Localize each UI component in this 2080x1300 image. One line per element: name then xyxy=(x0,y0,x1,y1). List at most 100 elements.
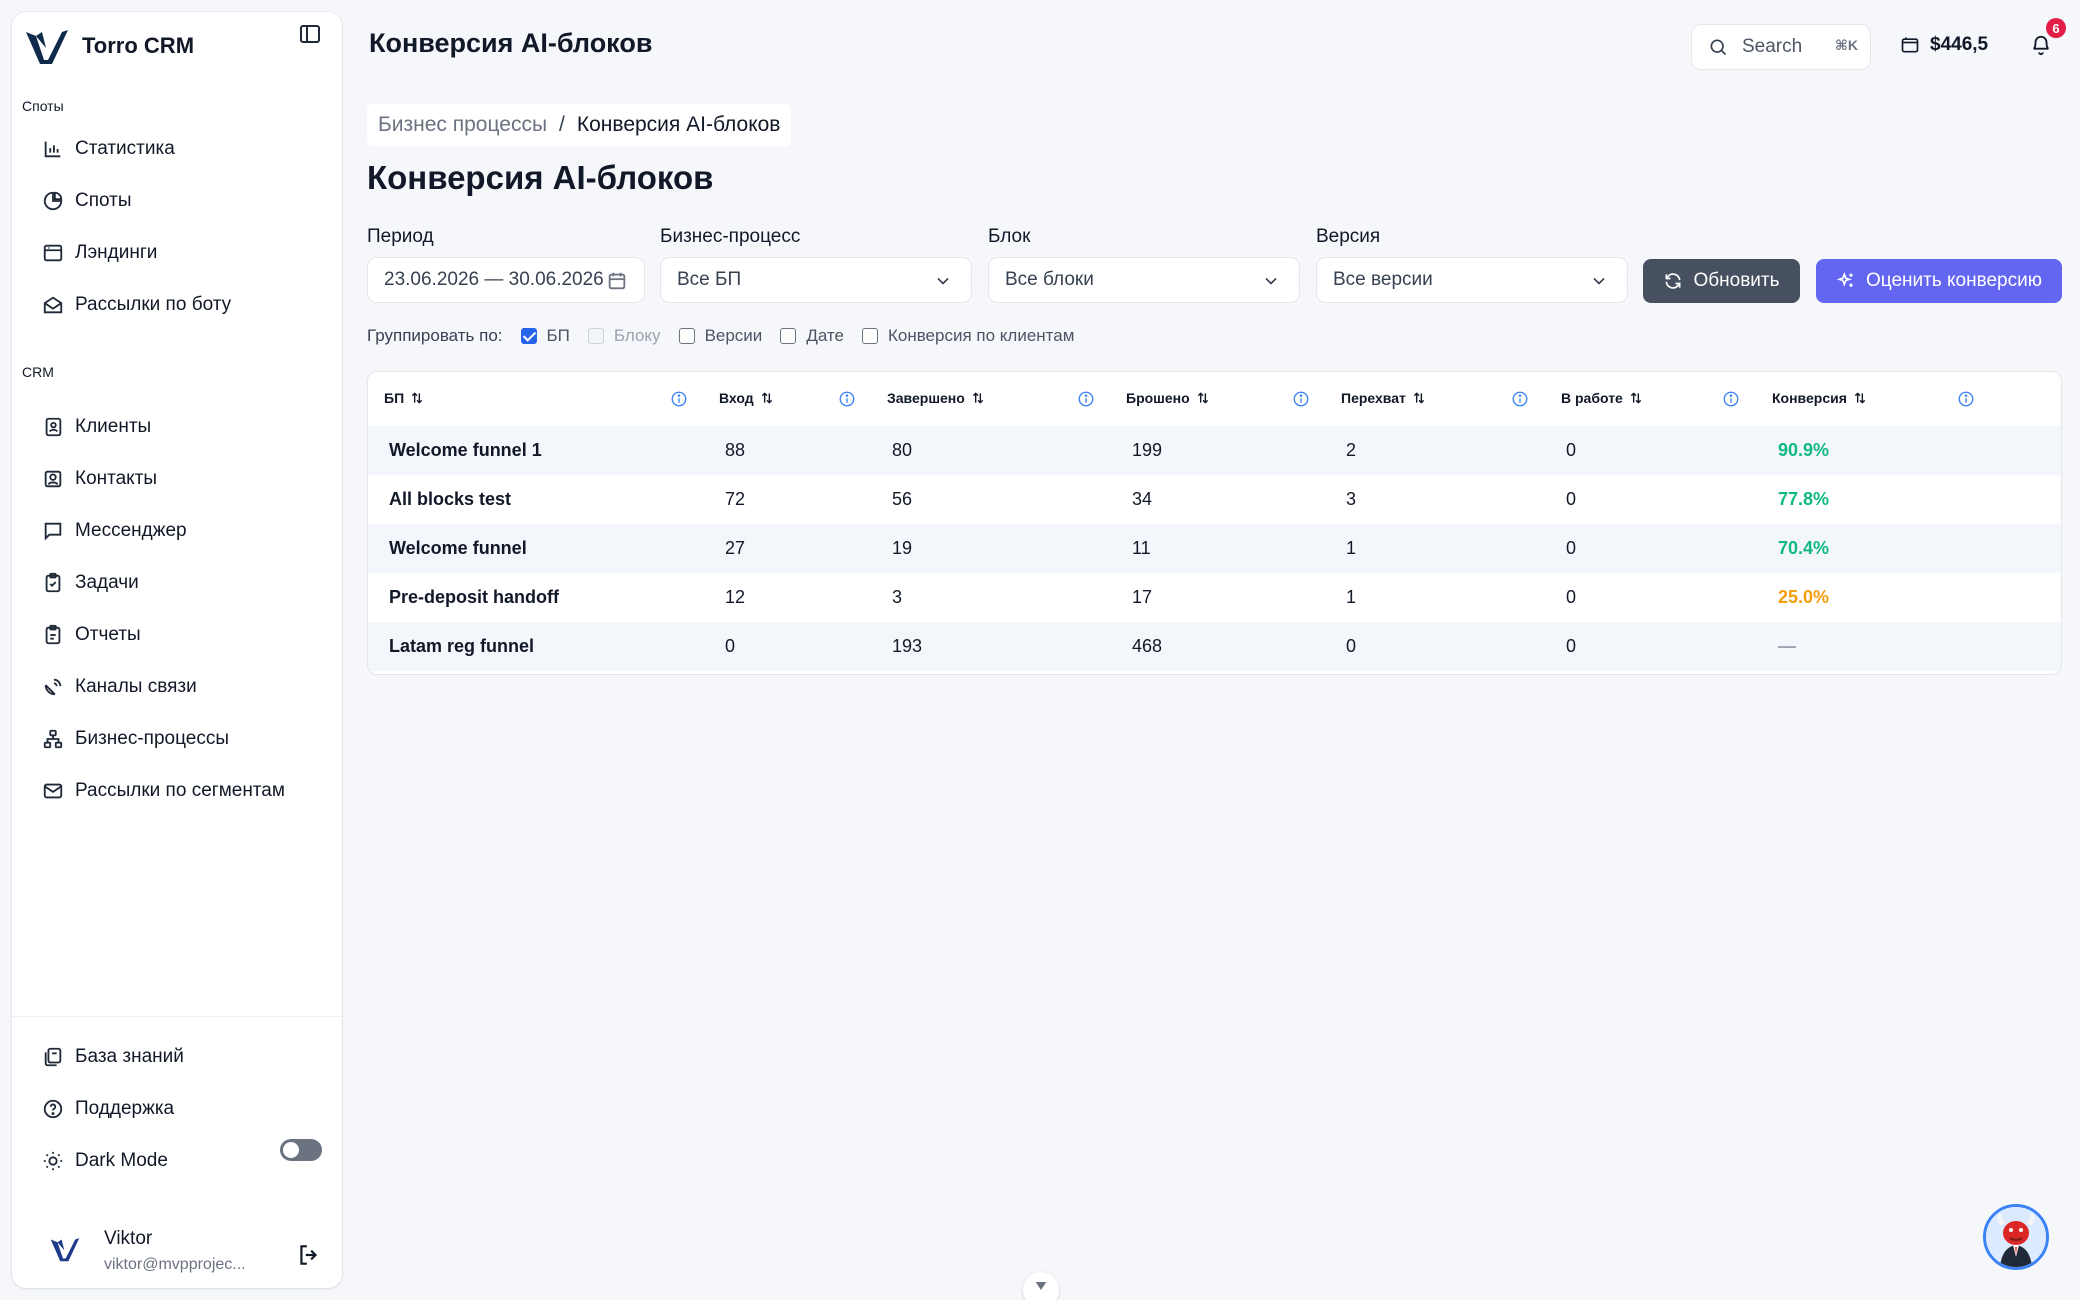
column-header-intercept[interactable]: Перехват xyxy=(1341,390,1426,406)
column-header-dropped[interactable]: Брошено xyxy=(1126,390,1210,406)
column-header-entry[interactable]: Вход xyxy=(719,390,774,406)
block-label: Блок xyxy=(988,226,1031,247)
info-icon[interactable] xyxy=(670,390,688,408)
balance-value: $446,5 xyxy=(1930,34,1989,55)
business-process-select[interactable]: Все БП xyxy=(660,257,972,303)
sidebar-item-tasks[interactable]: Задачи xyxy=(22,557,332,609)
cell-intercept: 3 xyxy=(1346,489,1357,509)
cell-in-progress: 0 xyxy=(1566,538,1577,558)
group-by-client-conversion-checkbox[interactable]: Конверсия по клиентам xyxy=(861,326,1074,346)
sidebar-item-bot-mailings[interactable]: Рассылки по боту xyxy=(22,279,332,331)
checkbox-label: Версии xyxy=(704,326,763,345)
satellite-dish-icon xyxy=(44,678,62,696)
sort-icon xyxy=(1630,392,1642,404)
breadcrumb-parent[interactable]: Бизнес процессы xyxy=(378,113,547,137)
report-icon xyxy=(45,624,61,645)
checkbox-checked[interactable] xyxy=(520,328,537,344)
cell-bp: Welcome funnel 1 xyxy=(389,440,542,460)
sidebar-item-clients[interactable]: Клиенты xyxy=(22,401,332,453)
column-header-conversion[interactable]: Конверсия xyxy=(1772,390,1867,406)
table-row[interactable]: Welcome funnel 1 88 80 199 2 0 90.9% xyxy=(368,426,2061,475)
browser-window-icon xyxy=(43,244,63,262)
evaluate-conversion-button[interactable]: Оценить конверсию xyxy=(1816,259,2062,303)
block-select[interactable]: Все блоки xyxy=(988,257,1300,303)
chevron-down-icon xyxy=(1035,1282,1047,1290)
assistant-avatar-button[interactable] xyxy=(1983,1204,2049,1270)
sidebar-item-label: База знаний xyxy=(75,1046,184,1067)
search-icon xyxy=(1710,39,1727,56)
sidebar-item-segment-mailings[interactable]: Рассылки по сегментам xyxy=(22,765,332,817)
evaluate-button-label: Оценить конверсию xyxy=(1866,270,2042,291)
table-row[interactable]: All blocks test 72 56 34 3 0 77.8% xyxy=(368,475,2061,524)
sidebar-item-spots[interactable]: Споты xyxy=(22,175,332,227)
brand[interactable]: Torro CRM xyxy=(22,26,332,66)
sidebar-item-landings[interactable]: Лэндинги xyxy=(22,227,332,279)
sidebar-item-label: Бизнес-процессы xyxy=(75,728,229,749)
sidebar-item-messenger[interactable]: Мессенджер xyxy=(22,505,332,557)
column-header-bp[interactable]: БП xyxy=(384,390,424,406)
info-icon[interactable] xyxy=(1292,390,1310,408)
refresh-button[interactable]: Обновить xyxy=(1643,259,1800,303)
table-row[interactable]: Latam reg funnel 0 193 468 0 0 — xyxy=(368,622,2061,671)
balance[interactable]: $446,5 xyxy=(1900,34,1988,56)
checkbox-label: БП xyxy=(546,326,570,345)
bell-icon[interactable] xyxy=(2030,34,2052,56)
search-input[interactable]: Search ⌘K xyxy=(1691,24,1871,70)
sidebar-item-business-processes[interactable]: Бизнес-процессы xyxy=(22,713,332,765)
torro-logo-icon xyxy=(26,30,68,64)
version-select[interactable]: Все версии xyxy=(1316,257,1628,303)
sidebar-item-label: Лэндинги xyxy=(75,242,158,263)
scroll-down-button[interactable] xyxy=(1023,1272,1059,1300)
table-row[interactable]: Welcome funnel 27 19 11 1 0 70.4% xyxy=(368,524,2061,573)
table-row[interactable]: Pre-deposit handoff 12 3 17 1 0 25.0% xyxy=(368,573,2061,622)
cell-dropped: 199 xyxy=(1132,440,1163,460)
cell-conversion: — xyxy=(1778,636,1796,656)
cell-intercept: 1 xyxy=(1346,587,1357,607)
mail-open-icon xyxy=(43,296,63,314)
sparkles-icon xyxy=(1836,272,1853,287)
sidebar-item-knowledge-base[interactable]: База знаний xyxy=(22,1031,332,1083)
avatar[interactable] xyxy=(48,1232,82,1266)
sidebar-item-label: Каналы связи xyxy=(75,676,197,697)
sidebar-item-channels[interactable]: Каналы связи xyxy=(22,661,332,713)
group-by-row: Группировать по: БП Блоку Версии Дате Ко… xyxy=(367,324,1092,348)
nav-spots: Статистика Споты Лэндинги Рассылки по бо… xyxy=(22,123,332,331)
sidebar-item-label: Клиенты xyxy=(75,416,152,437)
search-placeholder: Search xyxy=(1742,36,1803,57)
business-process-value: Все БП xyxy=(677,269,742,290)
user-profile: Viktor viktor@mvpprojec... xyxy=(22,1222,332,1282)
info-icon[interactable] xyxy=(838,390,856,408)
group-by-version-checkbox[interactable]: Версии xyxy=(678,326,763,346)
info-icon[interactable] xyxy=(1957,390,1975,408)
info-icon[interactable] xyxy=(1511,390,1529,408)
checkbox[interactable] xyxy=(861,328,878,344)
period-date-range-input[interactable]: 23.06.2026 — 30.06.2026 xyxy=(367,257,645,303)
sidebar-item-support[interactable]: Поддержка xyxy=(22,1083,332,1135)
column-header-completed[interactable]: Завершено xyxy=(887,390,985,406)
sort-icon xyxy=(761,392,772,404)
group-by-date-checkbox[interactable]: Дате xyxy=(780,326,844,346)
sidebar-item-label: Отчеты xyxy=(75,624,141,645)
period-value: 23.06.2026 — 30.06.2026 xyxy=(384,269,604,290)
header-title: Конверсия AI-блоков xyxy=(369,28,653,58)
cell-completed: 193 xyxy=(892,636,923,656)
group-by-bp-checkbox[interactable]: БП xyxy=(520,326,570,346)
cell-bp: Welcome funnel xyxy=(389,538,527,558)
info-icon[interactable] xyxy=(1077,390,1095,408)
column-header-label: Перехват xyxy=(1341,390,1406,406)
dark-mode-toggle[interactable] xyxy=(280,1139,322,1161)
mail-icon xyxy=(43,783,63,799)
help-circle-icon xyxy=(43,1099,63,1119)
info-icon[interactable] xyxy=(1722,390,1740,408)
logout-icon[interactable] xyxy=(296,1242,322,1268)
checkbox[interactable] xyxy=(780,328,797,344)
sidebar-collapse-icon[interactable] xyxy=(298,22,322,46)
sidebar-item-contacts[interactable]: Контакты xyxy=(22,453,332,505)
sidebar-item-statistics[interactable]: Статистика xyxy=(22,123,332,175)
column-header-label: Вход xyxy=(719,390,754,406)
checkbox[interactable] xyxy=(678,328,695,344)
sidebar-item-reports[interactable]: Отчеты xyxy=(22,609,332,661)
sort-icon xyxy=(1197,392,1208,404)
column-header-in-progress[interactable]: В работе xyxy=(1561,390,1643,406)
sidebar-item-label: Контакты xyxy=(75,468,158,489)
